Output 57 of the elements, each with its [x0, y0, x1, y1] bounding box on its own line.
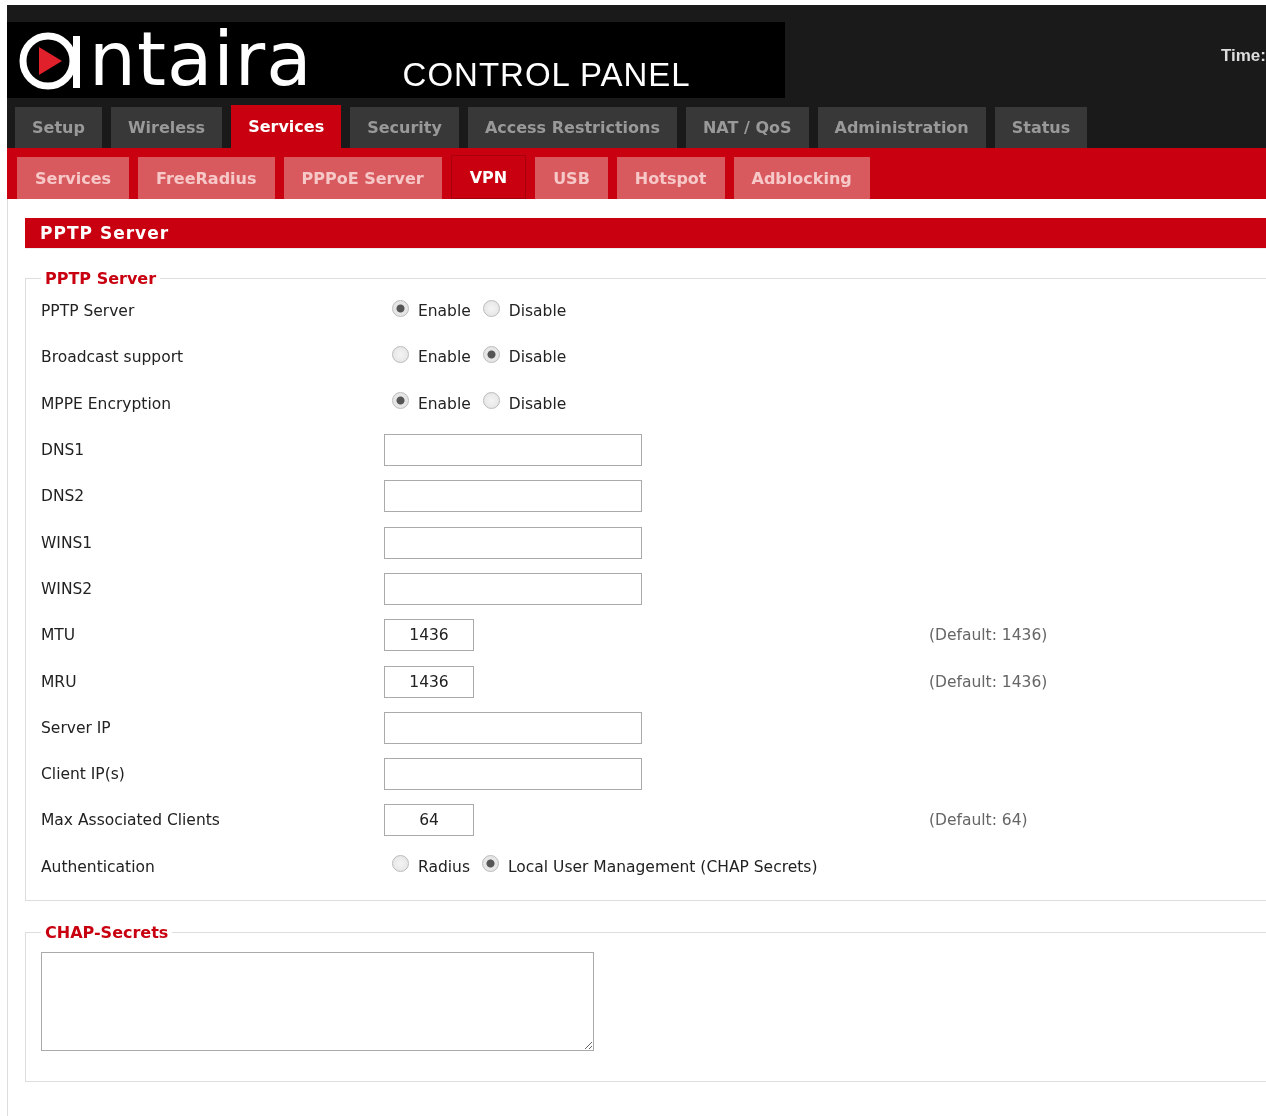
- radio-button[interactable]: [392, 392, 409, 410]
- fieldset-legend: PPTP Server: [41, 269, 161, 288]
- field-label: WINS2: [41, 579, 94, 598]
- input-field[interactable]: [384, 480, 642, 513]
- field-label: Authentication: [41, 857, 156, 876]
- main-tab[interactable]: Administration: [817, 107, 986, 148]
- default-hint: (Default: 64): [929, 811, 1029, 830]
- radio-button[interactable]: [392, 345, 409, 363]
- main-tab[interactable]: Access Restrictions: [467, 107, 677, 148]
- radio-button[interactable]: [482, 345, 500, 363]
- field-label: Max Associated Clients: [41, 811, 221, 830]
- input-field[interactable]: 64: [384, 804, 474, 837]
- default-hint: (Default: 1436): [929, 626, 1049, 645]
- main-tab[interactable]: Status: [994, 107, 1088, 148]
- input-field[interactable]: [384, 526, 642, 559]
- field-label: Client IP(s): [41, 765, 126, 784]
- main-tab[interactable]: Wireless: [110, 107, 223, 148]
- input-field[interactable]: [384, 572, 642, 605]
- radio-option[interactable]: Local User Management (CHAP Secrets): [482, 857, 818, 876]
- field-label: MRU: [41, 672, 78, 691]
- radio-option[interactable]: Enable: [392, 302, 471, 321]
- field-label: WINS1: [41, 533, 94, 552]
- logo-text: ntaira: [89, 22, 313, 96]
- input-field[interactable]: 1436: [384, 619, 474, 652]
- sub-tab[interactable]: VPN: [450, 155, 527, 199]
- radio-button[interactable]: [482, 392, 500, 410]
- radio-option[interactable]: Enable: [392, 394, 471, 413]
- radio-option[interactable]: Disable: [482, 394, 567, 413]
- field-label: PPTP Server: [41, 302, 136, 321]
- radio-button[interactable]: [392, 299, 409, 317]
- field-label: Broadcast support: [41, 348, 185, 367]
- radio-option[interactable]: Disable: [482, 348, 567, 367]
- field-label: Server IP: [41, 718, 112, 737]
- field-label: DNS2: [41, 487, 86, 506]
- radio-option[interactable]: Radius: [392, 857, 470, 876]
- field-label: DNS1: [41, 441, 86, 460]
- default-hint: (Default: 1436): [929, 672, 1049, 691]
- main-tab[interactable]: Services: [231, 105, 342, 148]
- input-field[interactable]: [384, 758, 642, 791]
- time-label: Time:: [1220, 46, 1266, 66]
- radio-button[interactable]: [392, 855, 409, 873]
- radio-option[interactable]: Enable: [392, 348, 471, 367]
- section-title: PPTP Server: [25, 218, 1266, 249]
- radio-option[interactable]: Disable: [482, 302, 567, 321]
- field-label: MPPE Encryption: [41, 394, 172, 413]
- input-field[interactable]: 1436: [384, 665, 474, 698]
- radio-button[interactable]: [482, 855, 499, 873]
- main-tab[interactable]: Setup: [15, 107, 102, 148]
- secrets-textarea[interactable]: [41, 951, 594, 1051]
- header-subtitle: CONTROL PANEL: [402, 56, 691, 94]
- main-tab[interactable]: Security: [350, 107, 459, 148]
- input-field[interactable]: [384, 434, 642, 467]
- fieldset-legend: CHAP-Secrets: [41, 922, 173, 942]
- input-field[interactable]: [384, 711, 642, 744]
- field-label: MTU: [41, 626, 77, 645]
- main-tab[interactable]: NAT / QoS: [685, 107, 809, 148]
- radio-button[interactable]: [482, 299, 500, 317]
